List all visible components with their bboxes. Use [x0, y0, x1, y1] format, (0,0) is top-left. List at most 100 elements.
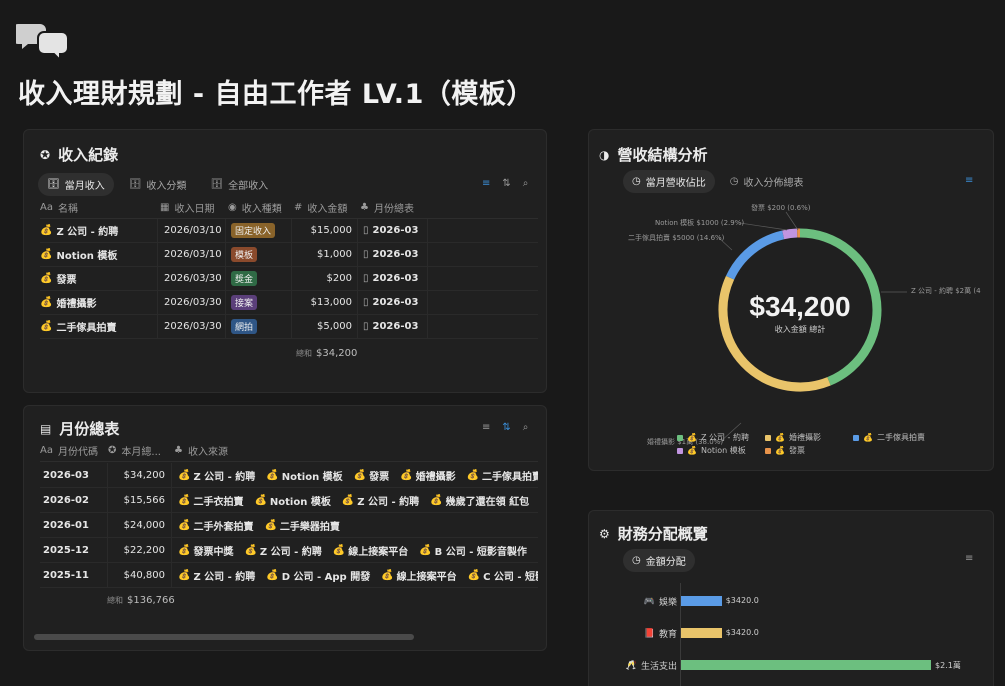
cell-amount: $15,000	[292, 219, 358, 242]
page-icon: ▯	[363, 225, 369, 236]
table-row[interactable]: 2025-11 $40,800 💰 Z 公司 - 約聘 💰 D 公司 - App 開發 💰 線…	[40, 563, 538, 588]
legend-item[interactable]: 💰 Notion 模板	[677, 445, 746, 456]
income-source-link[interactable]: 💰 Z 公司 - 約聘	[178, 568, 255, 583]
income-source-link[interactable]: 💰 線上接案平台	[333, 543, 408, 558]
tab-amount-allocation[interactable]: ◷ 金額分配	[623, 549, 695, 572]
revenue-title: 營收結構分析	[617, 146, 708, 164]
col-month[interactable]: ♣ 月份總表	[360, 200, 450, 215]
table-row[interactable]: 2026-03 $34,200 💰 Z 公司 - 約聘 💰 Notion 模板 💰 發票 💰 婚禮…	[40, 463, 538, 488]
col-income-source[interactable]: ♣ 收入來源	[174, 443, 474, 458]
income-source-link[interactable]: 💰 Notion 模板	[254, 493, 330, 508]
revenue-toolbar: ≡	[965, 175, 973, 186]
money-bag-icon: 💰	[419, 544, 432, 556]
income-source-link[interactable]: 💰 Notion 模板	[266, 468, 342, 483]
money-bag-icon: 💰	[687, 446, 697, 455]
clock-icon: ◷	[729, 176, 739, 187]
money-bag-icon: 💰	[40, 273, 53, 284]
money-bag-icon: 💰	[178, 469, 191, 481]
cell-month-total: $40,800	[108, 563, 172, 587]
calendar-icon: ▤	[40, 421, 52, 436]
horizontal-scrollbar[interactable]	[34, 634, 414, 640]
income-source-link[interactable]: 💰 Z 公司 - 約聘	[342, 493, 419, 508]
table-row[interactable]: 💰 婚禮攝影 2026/03/30 接案 $13,000 ▯ 2026-03	[40, 291, 538, 315]
relation-icon: ♣	[174, 445, 183, 456]
income-source-link[interactable]: 💰 D 公司 - App 開發	[266, 568, 370, 583]
cell-income-sources: 💰發票中獎💰Z 公司 - 約聘💰線上接案平台💰B 公司 - 短影音製作💰Noti…	[172, 538, 538, 562]
table-row[interactable]: 💰 二手傢具拍賣 2026/03/30 網拍 $5,000 ▯ 2026-03	[40, 315, 538, 339]
table-row[interactable]: 💰 Notion 模板 2026/03/10 模板 $1,000 ▯ 2026-03	[40, 243, 538, 267]
donut-slice[interactable]	[782, 228, 798, 240]
cell-month-total: $22,200	[108, 538, 172, 562]
search-icon[interactable]: ⌕	[523, 422, 529, 433]
money-bag-icon: 💰	[40, 297, 53, 308]
money-bag-icon: 💰	[266, 469, 279, 481]
tab-income-distribution[interactable]: ◷ 收入分佈總表	[721, 170, 813, 193]
income-source-link[interactable]: 💰 發票	[354, 468, 389, 483]
table-row[interactable]: 💰 發票 2026/03/30 獎金 $200 ▯ 2026-03	[40, 267, 538, 291]
filter-icon[interactable]: ≡	[965, 553, 973, 564]
table-row[interactable]: 💰 Z 公司 - 約聘 2026/03/10 固定收入 $15,000 ▯ 2026-03	[40, 219, 538, 243]
table-row[interactable]: 2026-02 $15,566 💰 二手衣拍賣 💰 Notion 模板 💰 Z 公司 - 約聘…	[40, 488, 538, 513]
income-source-link[interactable]: 💰 發票中獎	[178, 543, 233, 558]
bar-category-label: 📕 教育	[643, 628, 677, 641]
slice-label: Notion 模板 $1000 (2.9%)	[655, 218, 744, 227]
income-source-link[interactable]: 💰 B 公司 - 短影音製作	[419, 543, 527, 558]
income-source-link[interactable]: 💰 二手外套拍賣	[178, 518, 253, 533]
cell-month-code: 2026-01	[40, 513, 108, 537]
col-name[interactable]: Aa 名稱	[40, 200, 160, 215]
money-bag-icon: 💰	[40, 249, 53, 260]
income-source-link[interactable]: 💰 Z 公司 - 約聘	[178, 468, 255, 483]
page-title: 收入理財規劃 - 自由工作者 LV.1（模板）	[18, 79, 534, 110]
col-month-code[interactable]: Aa 月份代碼	[40, 443, 108, 458]
table-row[interactable]: 2025-12 $22,200 💰 發票中獎 💰 Z 公司 - 約聘 💰 線上接案平台 💰 B 公…	[40, 538, 538, 563]
cell-month[interactable]: ▯ 2026-03	[358, 243, 428, 266]
income-source-link[interactable]: 💰 幾歲了還在領 紅包	[430, 493, 529, 508]
income-source-link[interactable]: 💰 二手樂器拍賣	[264, 518, 339, 533]
cell-month[interactable]: ▯ 2026-03	[358, 315, 428, 338]
legend-item[interactable]: 💰 Z 公司 - 約聘	[677, 432, 749, 443]
tab-income-category[interactable]: 🗄 收入分類	[120, 173, 196, 196]
allocation-bar[interactable]	[681, 660, 931, 670]
col-date[interactable]: ▦ 收入日期	[160, 200, 228, 215]
sort-icon[interactable]: ⇅	[502, 178, 510, 189]
legend-swatch	[765, 447, 771, 454]
cell-month[interactable]: ▯ 2026-03	[358, 291, 428, 314]
col-amount[interactable]: # 收入金額	[294, 200, 360, 215]
cell-date: 2026/03/30	[158, 291, 226, 314]
income-source-link[interactable]: 💰 二手傢具拍賣	[467, 468, 538, 483]
col-month-total[interactable]: ✪ 本月總...	[108, 443, 174, 458]
income-title: 收入紀錄	[58, 146, 119, 164]
allocation-bar[interactable]	[681, 628, 722, 638]
donut-center-label: 收入金額 總計	[775, 324, 826, 334]
type-tag: 接案	[231, 295, 258, 310]
filter-icon[interactable]: ≡	[482, 422, 490, 433]
pie-chart-icon: ◑	[599, 147, 610, 162]
income-source-link[interactable]: 💰C 公司 - 短影音製作	[468, 568, 538, 583]
legend-item[interactable]: 💰 婚禮攝影	[765, 432, 821, 443]
table-row[interactable]: 2026-01 $24,000 💰 二手外套拍賣 💰 二手樂器拍賣	[40, 513, 538, 538]
donut-slice[interactable]	[725, 230, 785, 280]
money-bag-icon: 💰	[775, 446, 785, 455]
cell-month[interactable]: ▯ 2026-03	[358, 267, 428, 290]
cell-month-code: 2026-03	[40, 463, 108, 487]
income-source-link[interactable]: 💰 二手衣拍賣	[178, 493, 243, 508]
allocation-bar[interactable]	[681, 596, 722, 606]
income-source-link[interactable]: 💰 婚禮攝影	[400, 468, 455, 483]
cell-month-code: 2025-12	[40, 538, 108, 562]
legend-item[interactable]: 💰 二手傢具拍賣	[853, 432, 925, 443]
cell-month[interactable]: ▯ 2026-03	[358, 219, 428, 242]
income-source-link[interactable]: 💰 Z 公司 - 約聘	[244, 543, 321, 558]
revenue-tabs: ◷ 當月營收佔比 ◷ 收入分佈總表	[623, 170, 812, 193]
filter-icon[interactable]: ≡	[965, 175, 973, 186]
label-leader-line	[739, 222, 788, 231]
tab-all-income[interactable]: 🗄 全部收入	[201, 173, 277, 196]
income-source-link[interactable]: 💰 線上接案平台	[381, 568, 456, 583]
search-icon[interactable]: ⌕	[523, 178, 529, 189]
col-type[interactable]: ◉ 收入種類	[228, 200, 294, 215]
legend-item[interactable]: 💰 發票	[765, 445, 805, 456]
tab-monthly-revenue-ratio[interactable]: ◷ 當月營收佔比	[623, 170, 715, 193]
type-tag: 網拍	[231, 319, 258, 334]
sort-icon[interactable]: ⇅	[502, 422, 510, 433]
tab-current-month-income[interactable]: 🗄 當月收入	[38, 173, 114, 196]
filter-icon[interactable]: ≡	[482, 178, 490, 189]
